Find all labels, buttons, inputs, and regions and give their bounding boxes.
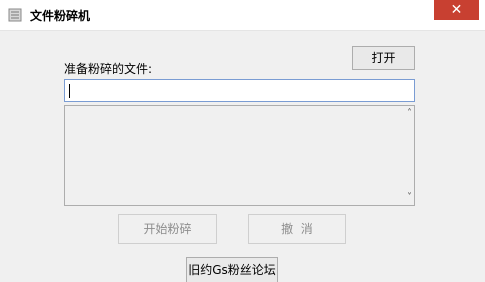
file-label: 准备粉碎的文件:	[64, 62, 153, 76]
text-caret	[69, 84, 70, 98]
start-shred-button[interactable]: 开始粉碎	[118, 214, 217, 244]
close-button[interactable]: ✕	[434, 0, 479, 20]
shredder-window: 文件粉碎机 ✕ 打开 准备粉碎的文件: ˄ ˅ 开始粉碎 撤 消 旧约Gs粉丝论…	[0, 0, 485, 282]
open-button[interactable]: 打开	[352, 46, 415, 70]
forum-button[interactable]: 旧约Gs粉丝论坛	[186, 257, 278, 282]
scroll-down-icon[interactable]: ˅	[407, 192, 412, 203]
title-bar[interactable]: 文件粉碎机 ✕	[0, 0, 485, 31]
file-path-input[interactable]	[64, 79, 415, 102]
window-title: 文件粉碎机	[30, 9, 91, 23]
file-list-box[interactable]: ˄ ˅	[64, 105, 415, 206]
close-icon: ✕	[450, 2, 463, 18]
cancel-button[interactable]: 撤 消	[248, 214, 346, 244]
app-icon	[8, 8, 22, 22]
scroll-up-icon[interactable]: ˄	[407, 108, 412, 119]
